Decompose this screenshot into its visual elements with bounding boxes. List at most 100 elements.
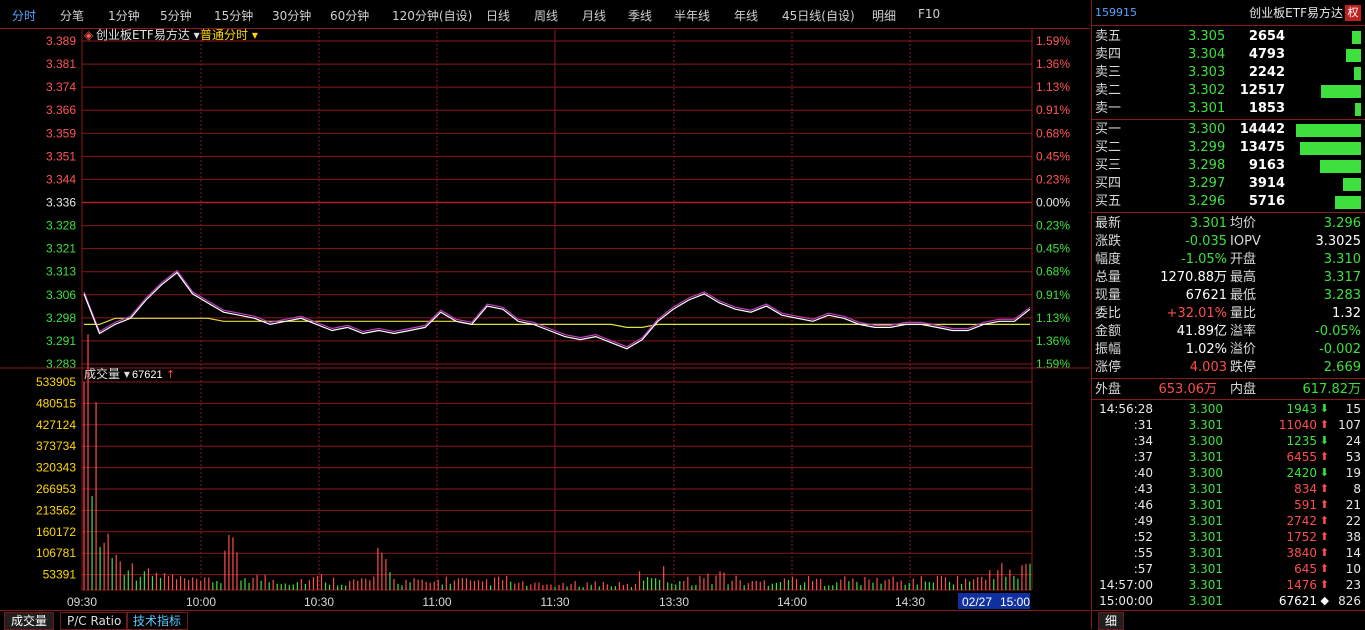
book-level-label: 卖一 [1095, 101, 1122, 116]
tick-row: :55 3.301 3840 ⬆ 14 [1092, 545, 1365, 561]
down-arrow-icon: ⬇ [1319, 434, 1329, 447]
tick-volume: 3840 [1286, 546, 1317, 560]
period-tab-16[interactable]: F10 [918, 7, 940, 21]
period-tab-9[interactable]: 周线 [534, 7, 558, 24]
stat-value: 1270.88万 [1160, 270, 1227, 285]
tick-row: 14:57:00 3.301 1476 ⬆ 23 [1092, 577, 1365, 593]
stat-value: 2.669 [1323, 360, 1361, 375]
book-row: 卖五 3.305 2654 [1092, 28, 1365, 46]
time-tick-label: 11:00 [422, 595, 451, 609]
period-tab-5[interactable]: 30分钟 [272, 7, 311, 24]
inner-label: 内盘 [1230, 382, 1257, 397]
up-arrow-icon: ⬆ [1319, 450, 1329, 463]
pct-tick-label: 0.68% [1036, 265, 1070, 279]
tick-time: :49 [1133, 514, 1153, 528]
stat-value: 3.283 [1323, 288, 1361, 303]
tick-count: 107 [1338, 418, 1361, 432]
stat-label: 幅度 [1095, 252, 1122, 267]
detail-tab[interactable]: 细 [1098, 612, 1125, 630]
stat-label: 开盘 [1230, 252, 1257, 267]
mode-selector[interactable]: 普通分时 ▾ [200, 28, 258, 42]
period-tab-8[interactable]: 日线 [486, 7, 510, 24]
book-level-label: 卖五 [1095, 29, 1122, 44]
volume-tick-label: 106781 [36, 546, 76, 560]
time-tick-label: 10:00 [186, 595, 216, 609]
instrument-selector[interactable]: 创业板ETF易方达 ▾ [96, 27, 200, 42]
stats-row: 涨跌 -0.035 IOPV 3.3025 [1092, 233, 1365, 251]
price-tick-label: 3.351 [46, 149, 76, 163]
price-tick-label: 3.381 [46, 57, 76, 71]
time-tick-label: 14:30 [895, 595, 925, 609]
period-tab-10[interactable]: 月线 [582, 7, 606, 24]
stat-value: 4.003 [1189, 360, 1227, 375]
stat-label: 量比 [1230, 306, 1257, 321]
pct-tick-label: 0.23% [1036, 219, 1070, 233]
period-tab-0[interactable]: 分时 [12, 7, 36, 24]
price-tick-label: 3.336 [46, 196, 76, 210]
period-tab-4[interactable]: 15分钟 [214, 7, 253, 24]
price-tick-label: 3.321 [46, 242, 76, 256]
period-tab-1[interactable]: 分笔 [60, 7, 84, 24]
period-tab-6[interactable]: 60分钟 [330, 7, 369, 24]
chart-svg: 3.389 1.59% 3.381 1.36% 3.374 1.13% 3.366 0.91%… [0, 27, 1090, 609]
tick-row: :37 3.301 6455 ⬆ 53 [1092, 449, 1365, 465]
pct-tick-label: 1.13% [1036, 80, 1070, 94]
up-arrow-icon: ⬆ [1319, 498, 1329, 511]
tick-volume: 11040 [1278, 418, 1317, 432]
price-tick-label: 3.298 [46, 311, 76, 325]
tick-volume: 2742 [1286, 514, 1317, 528]
book-level-label: 买五 [1095, 194, 1122, 209]
time-tick-label: 13:30 [659, 595, 689, 609]
indicator-tab-1[interactable]: P/C Ratio [60, 612, 129, 630]
price-tick-label: 3.374 [46, 80, 76, 94]
outer-label: 外盘 [1095, 382, 1122, 397]
volume-tick-label: 53391 [43, 568, 77, 582]
book-row: 买三 3.298 9163 [1092, 157, 1365, 175]
intraday-chart[interactable]: 3.389 1.59% 3.381 1.36% 3.374 1.13% 3.366 0.91%… [0, 27, 1090, 610]
volume-selector[interactable]: 成交量 ▾ [84, 366, 130, 381]
book-volume-bar [1335, 196, 1361, 209]
quote-panel: 159915 创业板ETF易方达 权 卖五 3.305 2654 卖四 3.304 479… [1091, 0, 1365, 630]
tick-count: 826 [1338, 594, 1361, 608]
book-volume: 3914 [1248, 176, 1285, 191]
outer-value: 653.06万 [1158, 382, 1218, 397]
period-tab-12[interactable]: 半年线 [674, 7, 710, 24]
tick-volume: 1476 [1286, 578, 1317, 592]
time-tick-label-close: 15:00 [1000, 595, 1030, 609]
period-tab-13[interactable]: 年线 [734, 7, 758, 24]
book-level-label: 卖二 [1095, 83, 1122, 98]
quote-header: 159915 创业板ETF易方达 权 [1092, 4, 1365, 24]
period-tabbar: 分时 分笔 1分钟 5分钟 15分钟 30分钟 60分钟 120分钟(自设) 日线 周线 月线 季线 半… [0, 0, 1090, 29]
pct-tick-label: 0.91% [1036, 288, 1070, 302]
tick-price: 3.301 [1188, 546, 1223, 560]
period-tab-15[interactable]: 明细 [872, 7, 896, 24]
stat-label: 溢价 [1230, 342, 1257, 357]
period-tab-11[interactable]: 季线 [628, 7, 652, 24]
period-tab-7[interactable]: 120分钟(自设) [392, 7, 472, 24]
period-tab-14[interactable]: 45日线(自设) [782, 7, 855, 24]
pct-tick-label: 1.36% [1036, 57, 1070, 71]
period-tab-2[interactable]: 1分钟 [108, 7, 140, 24]
indicator-tab-2[interactable]: 技术指标 [126, 612, 189, 630]
stat-value: 3.310 [1323, 252, 1361, 267]
tick-price: 3.301 [1188, 450, 1223, 464]
tick-count: 15 [1345, 402, 1361, 416]
stat-value: 1.02% [1185, 342, 1227, 357]
indicator-tab-0[interactable]: 成交量 [4, 612, 55, 630]
up-arrow-icon: ⬆ [1319, 562, 1329, 575]
price-tick-label: 3.328 [46, 219, 76, 233]
rights-badge[interactable]: 权 [1345, 5, 1361, 21]
book-volume: 13475 [1239, 140, 1285, 155]
pct-tick-label: 0.00% [1036, 196, 1070, 210]
volume-tick-label: 373734 [36, 439, 76, 453]
price-tick-label: 3.313 [46, 265, 76, 279]
price-tick-label: 3.291 [46, 334, 76, 348]
book-volume: 9163 [1248, 158, 1285, 173]
stat-value: -0.002 [1319, 342, 1361, 357]
stat-value: 41.89亿 [1176, 324, 1227, 339]
period-tab-3[interactable]: 5分钟 [160, 7, 192, 24]
book-level-label: 买二 [1095, 140, 1122, 155]
book-price: 3.296 [1188, 194, 1226, 209]
down-arrow-icon: ⬇ [1319, 402, 1329, 415]
down-arrow-icon: ⬇ [1319, 466, 1329, 479]
